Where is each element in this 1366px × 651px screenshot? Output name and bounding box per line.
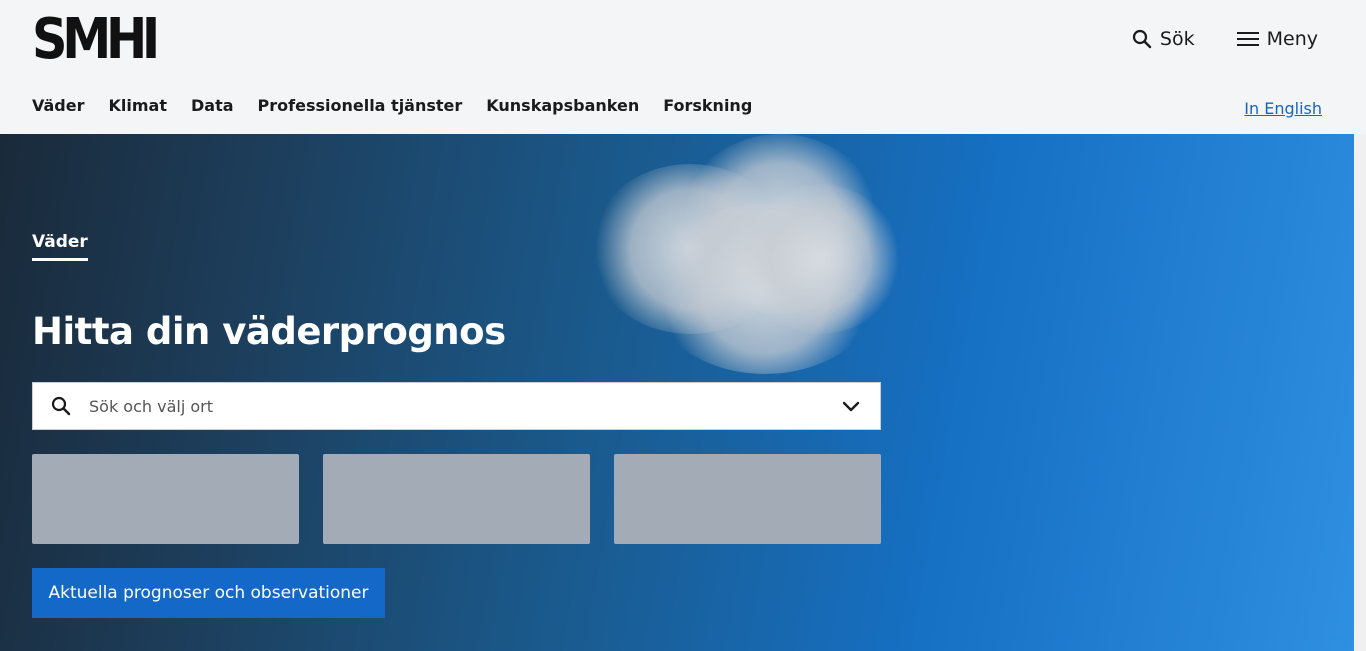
header-actions: Sök Meny xyxy=(1090,28,1318,50)
menu-button-label: Meny xyxy=(1266,28,1318,50)
search-button-label: Sök xyxy=(1159,28,1195,50)
search-icon xyxy=(1132,29,1152,49)
page-title: Hitta din väderprognos xyxy=(32,310,506,353)
location-search[interactable] xyxy=(32,382,881,430)
site-header: SMHI Sök Meny Väder Klimat Data Professi… xyxy=(0,0,1366,134)
forecast-card-placeholder[interactable] xyxy=(32,454,299,544)
nav-item-professionella-tjanster[interactable]: Professionella tjänster xyxy=(258,96,463,115)
forecast-card-placeholder[interactable] xyxy=(614,454,881,544)
search-button[interactable]: Sök xyxy=(1132,28,1195,50)
forecast-card-placeholder[interactable] xyxy=(323,454,590,544)
search-icon xyxy=(51,396,71,416)
nav-item-data[interactable]: Data xyxy=(191,96,234,115)
location-search-input[interactable] xyxy=(89,396,842,416)
hamburger-icon xyxy=(1236,32,1259,46)
forecast-cards xyxy=(32,454,905,544)
nav-item-vader[interactable]: Väder xyxy=(32,96,85,115)
smhi-logo[interactable]: SMHI xyxy=(32,12,160,68)
hero-section: Väder Hitta din väderprognos Aktuella pr… xyxy=(0,134,1354,651)
chevron-down-icon[interactable] xyxy=(842,400,860,412)
main-navigation: Väder Klimat Data Professionella tjänste… xyxy=(32,96,776,115)
nav-item-klimat[interactable]: Klimat xyxy=(109,96,167,115)
scrollbar[interactable] xyxy=(1354,134,1366,651)
language-link-english[interactable]: In English xyxy=(1244,99,1322,118)
nav-item-forskning[interactable]: Forskning xyxy=(663,96,752,115)
nav-item-kunskapsbanken[interactable]: Kunskapsbanken xyxy=(486,96,639,115)
current-forecasts-button[interactable]: Aktuella prognoser och observationer xyxy=(32,568,385,618)
menu-button[interactable]: Meny xyxy=(1236,28,1318,50)
tab-vader[interactable]: Väder xyxy=(32,232,88,261)
